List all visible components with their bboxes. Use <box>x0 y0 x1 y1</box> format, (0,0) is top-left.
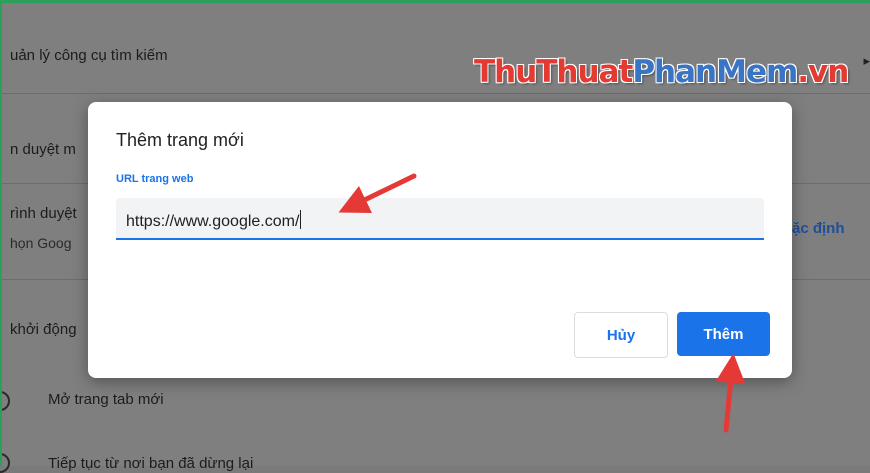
open-new-tab-option[interactable]: Mở trang tab mới <box>48 391 870 408</box>
dialog-title: Thêm trang mới <box>116 130 244 150</box>
on-startup-label: khởi động <box>10 321 77 338</box>
add-button[interactable]: Thêm <box>677 312 770 356</box>
open-new-tab-label: Mở trang tab mới <box>48 391 164 408</box>
chevron-right-icon: ▸ <box>863 53 870 68</box>
make-default-label: ặc định <box>792 220 845 237</box>
default-browser-heading-label: n duyệt m <box>10 141 76 158</box>
frame-border-top <box>0 0 870 3</box>
url-input-value: https://www.google.com/ <box>126 213 300 230</box>
frame-border-left <box>0 0 2 466</box>
cancel-button[interactable]: Hủy <box>574 312 668 358</box>
default-browser-label: rình duyệt <box>10 205 77 222</box>
watermark-logo: ThuThuatPhanMem.vn <box>474 54 849 90</box>
separator <box>0 93 870 94</box>
url-field-label: URL trang web <box>116 173 194 185</box>
watermark-part2: PhanMem <box>632 54 798 90</box>
make-default-button[interactable]: ặc định <box>792 220 870 237</box>
continue-where-left-label: Tiếp tục từ nơi bạn đã dừng lại <box>48 455 254 472</box>
manage-search-engines-label: uản lý công cụ tìm kiếm <box>10 47 168 64</box>
default-browser-sub-label: họn Goog <box>10 235 72 251</box>
add-page-dialog: Thêm trang mới URL trang web https://www… <box>88 102 792 378</box>
watermark-part1: ThuThuat <box>474 54 633 90</box>
text-caret <box>300 210 302 229</box>
continue-where-left-option[interactable]: Tiếp tục từ nơi bạn đã dừng lại <box>48 455 870 472</box>
url-input[interactable]: https://www.google.com/ <box>116 198 764 240</box>
watermark-part3: .vn <box>797 54 849 90</box>
